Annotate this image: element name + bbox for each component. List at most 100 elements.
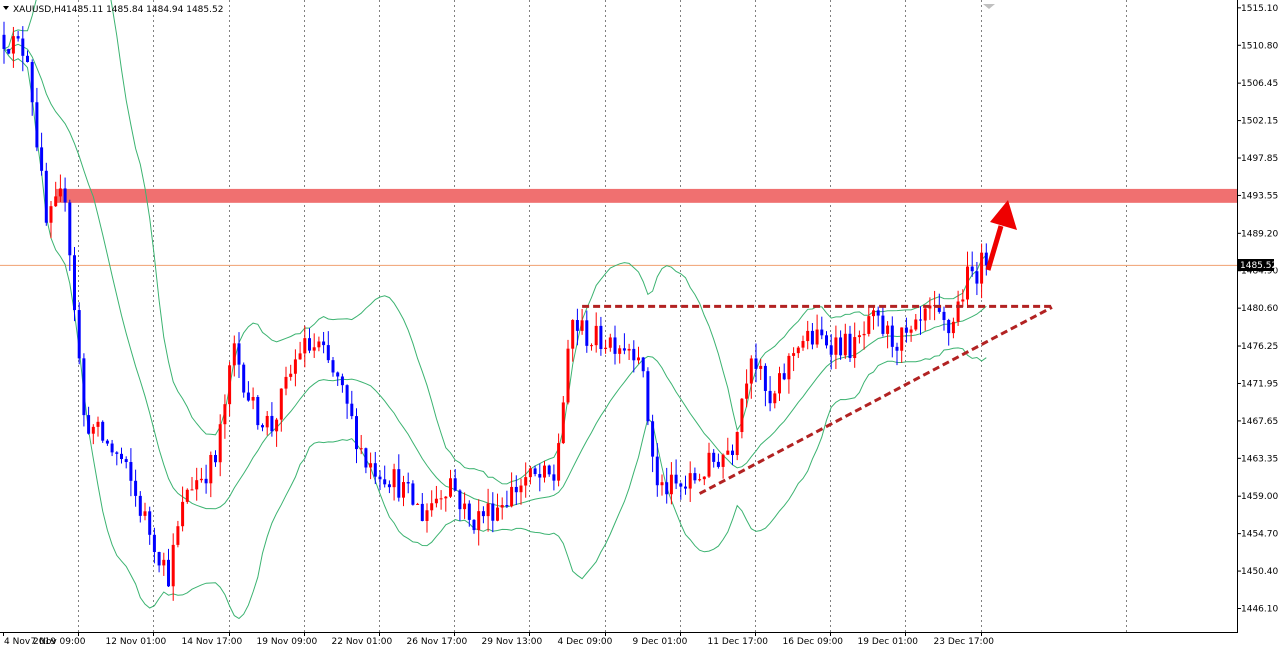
candle-body bbox=[688, 473, 692, 489]
candle-body bbox=[157, 552, 161, 566]
candle bbox=[256, 395, 260, 430]
candle-body bbox=[228, 365, 232, 405]
candle-body bbox=[684, 486, 687, 489]
candle-body bbox=[970, 266, 974, 272]
candle-body bbox=[420, 503, 424, 521]
candle-body bbox=[101, 421, 105, 441]
x-tick-label: 9 Dec 01:00 bbox=[633, 637, 688, 647]
candle-body bbox=[594, 325, 598, 346]
candle-body bbox=[298, 353, 302, 360]
candle-body bbox=[232, 343, 236, 366]
candle-body bbox=[16, 36, 20, 39]
candle-body bbox=[21, 38, 25, 56]
candle-body bbox=[199, 478, 203, 481]
chart-background bbox=[0, 0, 1280, 650]
candle-body bbox=[820, 329, 824, 336]
candle-body bbox=[82, 358, 86, 416]
candle-body bbox=[7, 48, 11, 54]
candle-body bbox=[698, 479, 702, 481]
candle-body bbox=[538, 474, 542, 478]
candle-body bbox=[693, 473, 697, 481]
candle-body bbox=[505, 505, 509, 507]
candle-body bbox=[707, 452, 711, 477]
candle-body bbox=[966, 266, 969, 300]
candle-body bbox=[566, 348, 570, 403]
candle-body bbox=[533, 468, 537, 475]
y-tick-label: 1497.85 bbox=[1241, 154, 1278, 164]
candle-body bbox=[801, 341, 805, 348]
x-tick-label: 29 Nov 13:00 bbox=[482, 637, 543, 647]
candle-body bbox=[195, 480, 199, 490]
candle-body bbox=[373, 463, 377, 477]
candle-body bbox=[500, 505, 504, 508]
candle-body bbox=[561, 402, 565, 444]
candle-body bbox=[834, 337, 838, 355]
candle-body bbox=[439, 498, 443, 500]
candle-body bbox=[430, 503, 434, 511]
candle-body bbox=[961, 299, 965, 302]
candle bbox=[44, 162, 48, 226]
candle-body bbox=[124, 459, 128, 463]
candle-body bbox=[853, 337, 857, 359]
candle-body bbox=[284, 376, 288, 389]
candle-body bbox=[895, 346, 899, 351]
x-tick-label: 7 Nov 09:00 bbox=[31, 637, 86, 647]
candle-body bbox=[571, 320, 575, 349]
candle-body bbox=[651, 421, 655, 457]
candle-body bbox=[63, 188, 67, 203]
y-tick-label: 1476.25 bbox=[1241, 342, 1278, 352]
candle-body bbox=[383, 479, 387, 485]
candle bbox=[242, 362, 246, 398]
y-tick-label: 1489.20 bbox=[1241, 229, 1278, 239]
y-tick-label: 1515.10 bbox=[1241, 4, 1278, 14]
candle-body bbox=[674, 474, 678, 484]
last-price-label: 1485.52 bbox=[1240, 261, 1277, 271]
price-chart[interactable]: 1515.10 1510.80 1506.45 1502.15 1497.85 1493.… bbox=[0, 0, 1280, 650]
y-tick-label: 1493.55 bbox=[1241, 191, 1278, 201]
candle-body bbox=[829, 345, 833, 355]
candle-body bbox=[35, 102, 39, 148]
candle-body bbox=[956, 301, 960, 322]
candle-body bbox=[30, 62, 34, 103]
candle-body bbox=[825, 335, 828, 346]
candle-body bbox=[754, 358, 758, 369]
candle-body bbox=[848, 333, 852, 359]
candle-body bbox=[214, 454, 217, 463]
candle-body bbox=[209, 454, 213, 484]
candle-body bbox=[190, 489, 194, 491]
y-tick-label: 1463.35 bbox=[1241, 454, 1278, 464]
candle-body bbox=[843, 333, 847, 356]
x-tick-label: 22 Nov 01:00 bbox=[332, 637, 393, 647]
candle-body bbox=[975, 271, 979, 284]
candle-body bbox=[604, 347, 608, 349]
y-tick-label: 1510.80 bbox=[1241, 41, 1278, 51]
candle-body bbox=[162, 559, 166, 566]
candle-body bbox=[749, 358, 753, 384]
candle-body bbox=[510, 486, 514, 507]
candle-body bbox=[40, 147, 44, 171]
candle-body bbox=[237, 343, 241, 365]
candle-body bbox=[2, 34, 6, 49]
candle-body bbox=[434, 498, 438, 504]
candle-body bbox=[458, 490, 462, 510]
candle-body bbox=[627, 348, 631, 351]
candle-body bbox=[721, 454, 725, 467]
candle-body bbox=[223, 404, 227, 425]
candle-body bbox=[416, 503, 420, 505]
candle-body bbox=[773, 393, 777, 404]
candle-body bbox=[387, 484, 391, 488]
candle-body bbox=[528, 468, 532, 478]
candle-body bbox=[402, 482, 405, 498]
candle-body bbox=[590, 345, 593, 347]
candle-body bbox=[340, 376, 344, 386]
candle-body bbox=[87, 415, 91, 434]
y-tick-label: 1459.00 bbox=[1241, 492, 1278, 502]
candle-body bbox=[862, 333, 866, 336]
candle-body bbox=[735, 432, 739, 456]
candle bbox=[561, 395, 565, 445]
candle-body bbox=[839, 337, 843, 356]
candle-body bbox=[796, 347, 800, 354]
candle-body bbox=[449, 478, 452, 497]
candle-body bbox=[815, 329, 819, 345]
x-tick-label: 23 Dec 17:00 bbox=[934, 637, 995, 647]
